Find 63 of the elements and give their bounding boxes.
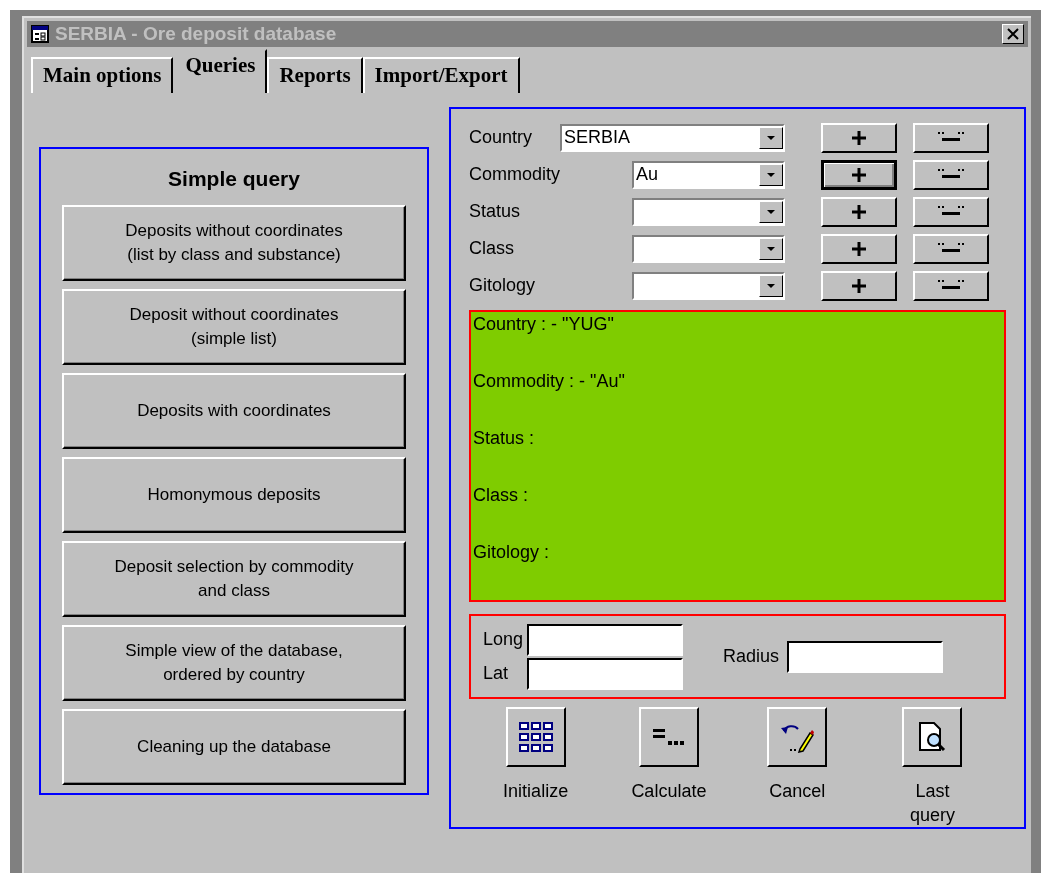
window-title: SERBIA - Ore deposit database — [55, 23, 337, 45]
icon-button[interactable] — [767, 707, 828, 767]
input-field[interactable] — [527, 623, 684, 656]
input-field[interactable] — [787, 640, 944, 673]
combo-box[interactable]: Au — [632, 160, 785, 189]
combo-box[interactable] — [632, 197, 785, 226]
grid-icon — [518, 722, 553, 752]
icon-button[interactable] — [902, 707, 963, 767]
tab[interactable]: Main options — [31, 57, 174, 93]
button-label: Cancel — [769, 780, 826, 803]
plus-icon — [851, 129, 867, 146]
query-button[interactable]: Deposit without coordinates (simple list) — [62, 289, 406, 365]
plus-icon — [851, 203, 867, 220]
close-button[interactable] — [1002, 24, 1024, 44]
form-icon — [31, 25, 49, 43]
summary-line: Country : - "YUG" — [473, 314, 615, 335]
summary-line: Commodity : - "Au" — [473, 371, 626, 392]
dropdown-arrow-icon — [766, 282, 776, 289]
summary-line: Status : — [473, 428, 536, 449]
remove-button[interactable] — [913, 233, 989, 264]
combo-box[interactable]: SERBIA — [560, 123, 785, 152]
remove-button[interactable] — [913, 122, 989, 153]
input-field[interactable] — [527, 657, 684, 690]
dropdown-arrow-icon — [766, 245, 776, 252]
tab[interactable]: Import/Export — [362, 57, 520, 93]
dropdown-arrow-icon — [766, 171, 776, 178]
query-button[interactable]: Cleaning up the database — [62, 709, 406, 785]
button-label: Last query — [909, 780, 955, 827]
summary-line: Class : — [473, 485, 529, 506]
remove-button[interactable] — [913, 270, 989, 301]
dropdown-arrow-icon — [766, 208, 776, 215]
panel-title: Simple query — [168, 167, 300, 191]
close-icon — [1007, 28, 1019, 40]
equals-dots-icon — [652, 727, 685, 747]
remove-button[interactable] — [913, 196, 989, 227]
summary-line: Gitology : — [473, 542, 551, 563]
query-button[interactable]: Homonymous deposits — [62, 457, 406, 533]
field-label: Lat — [483, 663, 510, 684]
document-magnifier-icon — [917, 721, 948, 753]
query-button[interactable]: Deposits with coordinates — [62, 373, 406, 449]
icon-button[interactable] — [505, 707, 566, 767]
icon-button[interactable] — [638, 707, 699, 767]
query-button[interactable]: Simple view of the database, ordered by country — [62, 625, 406, 701]
add-button[interactable] — [821, 159, 897, 190]
button-label: Calculate — [631, 780, 707, 803]
field-label: Country — [469, 127, 533, 148]
field-label: Commodity — [469, 164, 561, 185]
query-button[interactable]: Deposit selection by commodity and class — [62, 541, 406, 617]
query-button[interactable]: Deposits without coordinates (list by class and substance) — [62, 205, 406, 281]
plus-icon — [851, 166, 867, 183]
combo-box[interactable] — [632, 271, 785, 300]
field-label: Gitology — [469, 275, 536, 296]
plus-icon — [851, 240, 867, 257]
field-label: Radius — [723, 646, 780, 667]
tab[interactable]: Reports — [267, 57, 363, 93]
field-label: Long — [483, 629, 524, 650]
remove-button[interactable] — [913, 159, 989, 190]
plus-icon — [851, 277, 867, 294]
button-label: Initialize — [503, 780, 569, 803]
field-label: Status — [469, 201, 521, 222]
field-label: Class — [469, 238, 514, 259]
dropdown-arrow-icon — [766, 134, 776, 141]
combo-box[interactable] — [632, 234, 785, 263]
